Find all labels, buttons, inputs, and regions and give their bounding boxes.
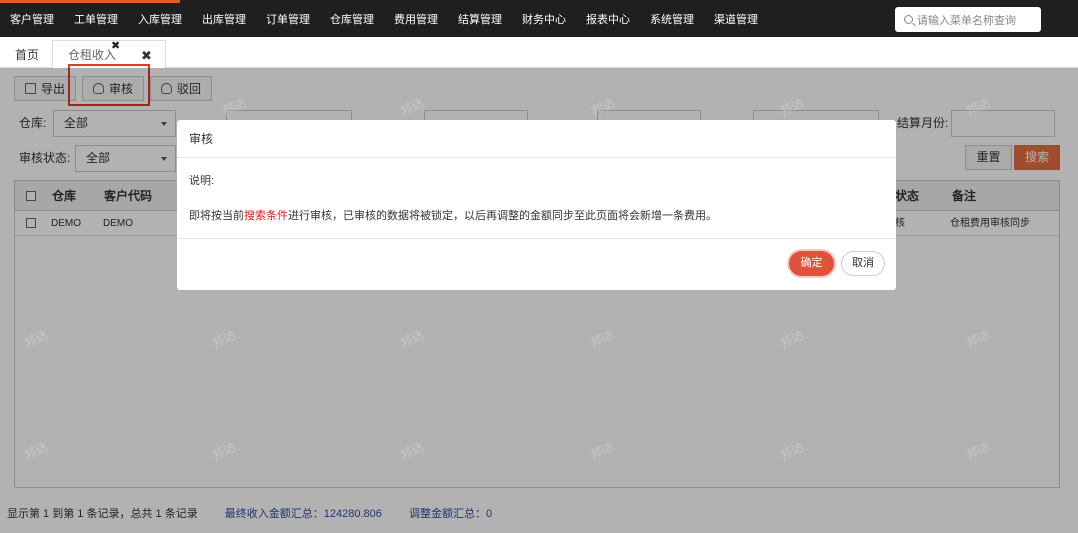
dialog-footer: 确定 取消 <box>177 238 896 290</box>
dialog-title: 审核 <box>177 120 896 158</box>
menu-item-settlement[interactable]: 结算管理 <box>448 3 512 37</box>
menu-item-fees[interactable]: 费用管理 <box>384 3 448 37</box>
dialog-desc-label: 说明: <box>189 175 215 187</box>
cancel-button[interactable]: 取消 <box>841 251 885 276</box>
dialog-message: 即将按当前搜索条件进行审核，已审核的数据将被锁定，以后再调整的金额同步至此页面将… <box>189 207 884 223</box>
menu-item-warehouse[interactable]: 仓库管理 <box>320 3 384 37</box>
tab-label: 仓租收入 <box>68 48 117 62</box>
menu-item-order[interactable]: 订单管理 <box>256 3 320 37</box>
search-icon <box>904 15 913 24</box>
menu-item-channel[interactable]: 渠道管理 <box>704 3 768 37</box>
menu-item-reports[interactable]: 报表中心 <box>576 3 640 37</box>
menu-item-outbound[interactable]: 出库管理 <box>192 3 256 37</box>
menu-item-finance[interactable]: 财务中心 <box>512 3 576 37</box>
menu-item-system[interactable]: 系统管理 <box>640 3 704 37</box>
top-nav: 客户管理 工单管理 入库管理 出库管理 订单管理 仓库管理 费用管理 结算管理 … <box>0 0 1078 37</box>
tab-bar: 首页 仓租收入 ✖ ✖ <box>0 37 1078 68</box>
tab-close-icon[interactable]: ✖ <box>111 32 120 60</box>
dialog-body: 说明: 即将按当前搜索条件进行审核，已审核的数据将被锁定，以后再调整的金额同步至… <box>177 158 896 237</box>
message-prefix: 即将按当前 <box>189 210 244 222</box>
tab-home[interactable]: 首页 <box>15 43 39 68</box>
message-highlight: 搜索条件 <box>244 210 288 222</box>
confirm-button[interactable]: 确定 <box>789 251 834 276</box>
audit-dialog: 审核 说明: 即将按当前搜索条件进行审核，已审核的数据将被锁定，以后再调整的金额… <box>177 120 896 290</box>
menu-item-inbound[interactable]: 入库管理 <box>128 3 192 37</box>
menu-search-input[interactable]: 请输入菜单名称查询 <box>895 7 1041 32</box>
message-suffix: 进行审核，已审核的数据将被锁定，以后再调整的金额同步至此页面将会新增一条费用。 <box>288 210 717 222</box>
menu-search-placeholder: 请输入菜单名称查询 <box>917 14 1016 27</box>
menu-item-customer[interactable]: 客户管理 <box>0 3 64 37</box>
